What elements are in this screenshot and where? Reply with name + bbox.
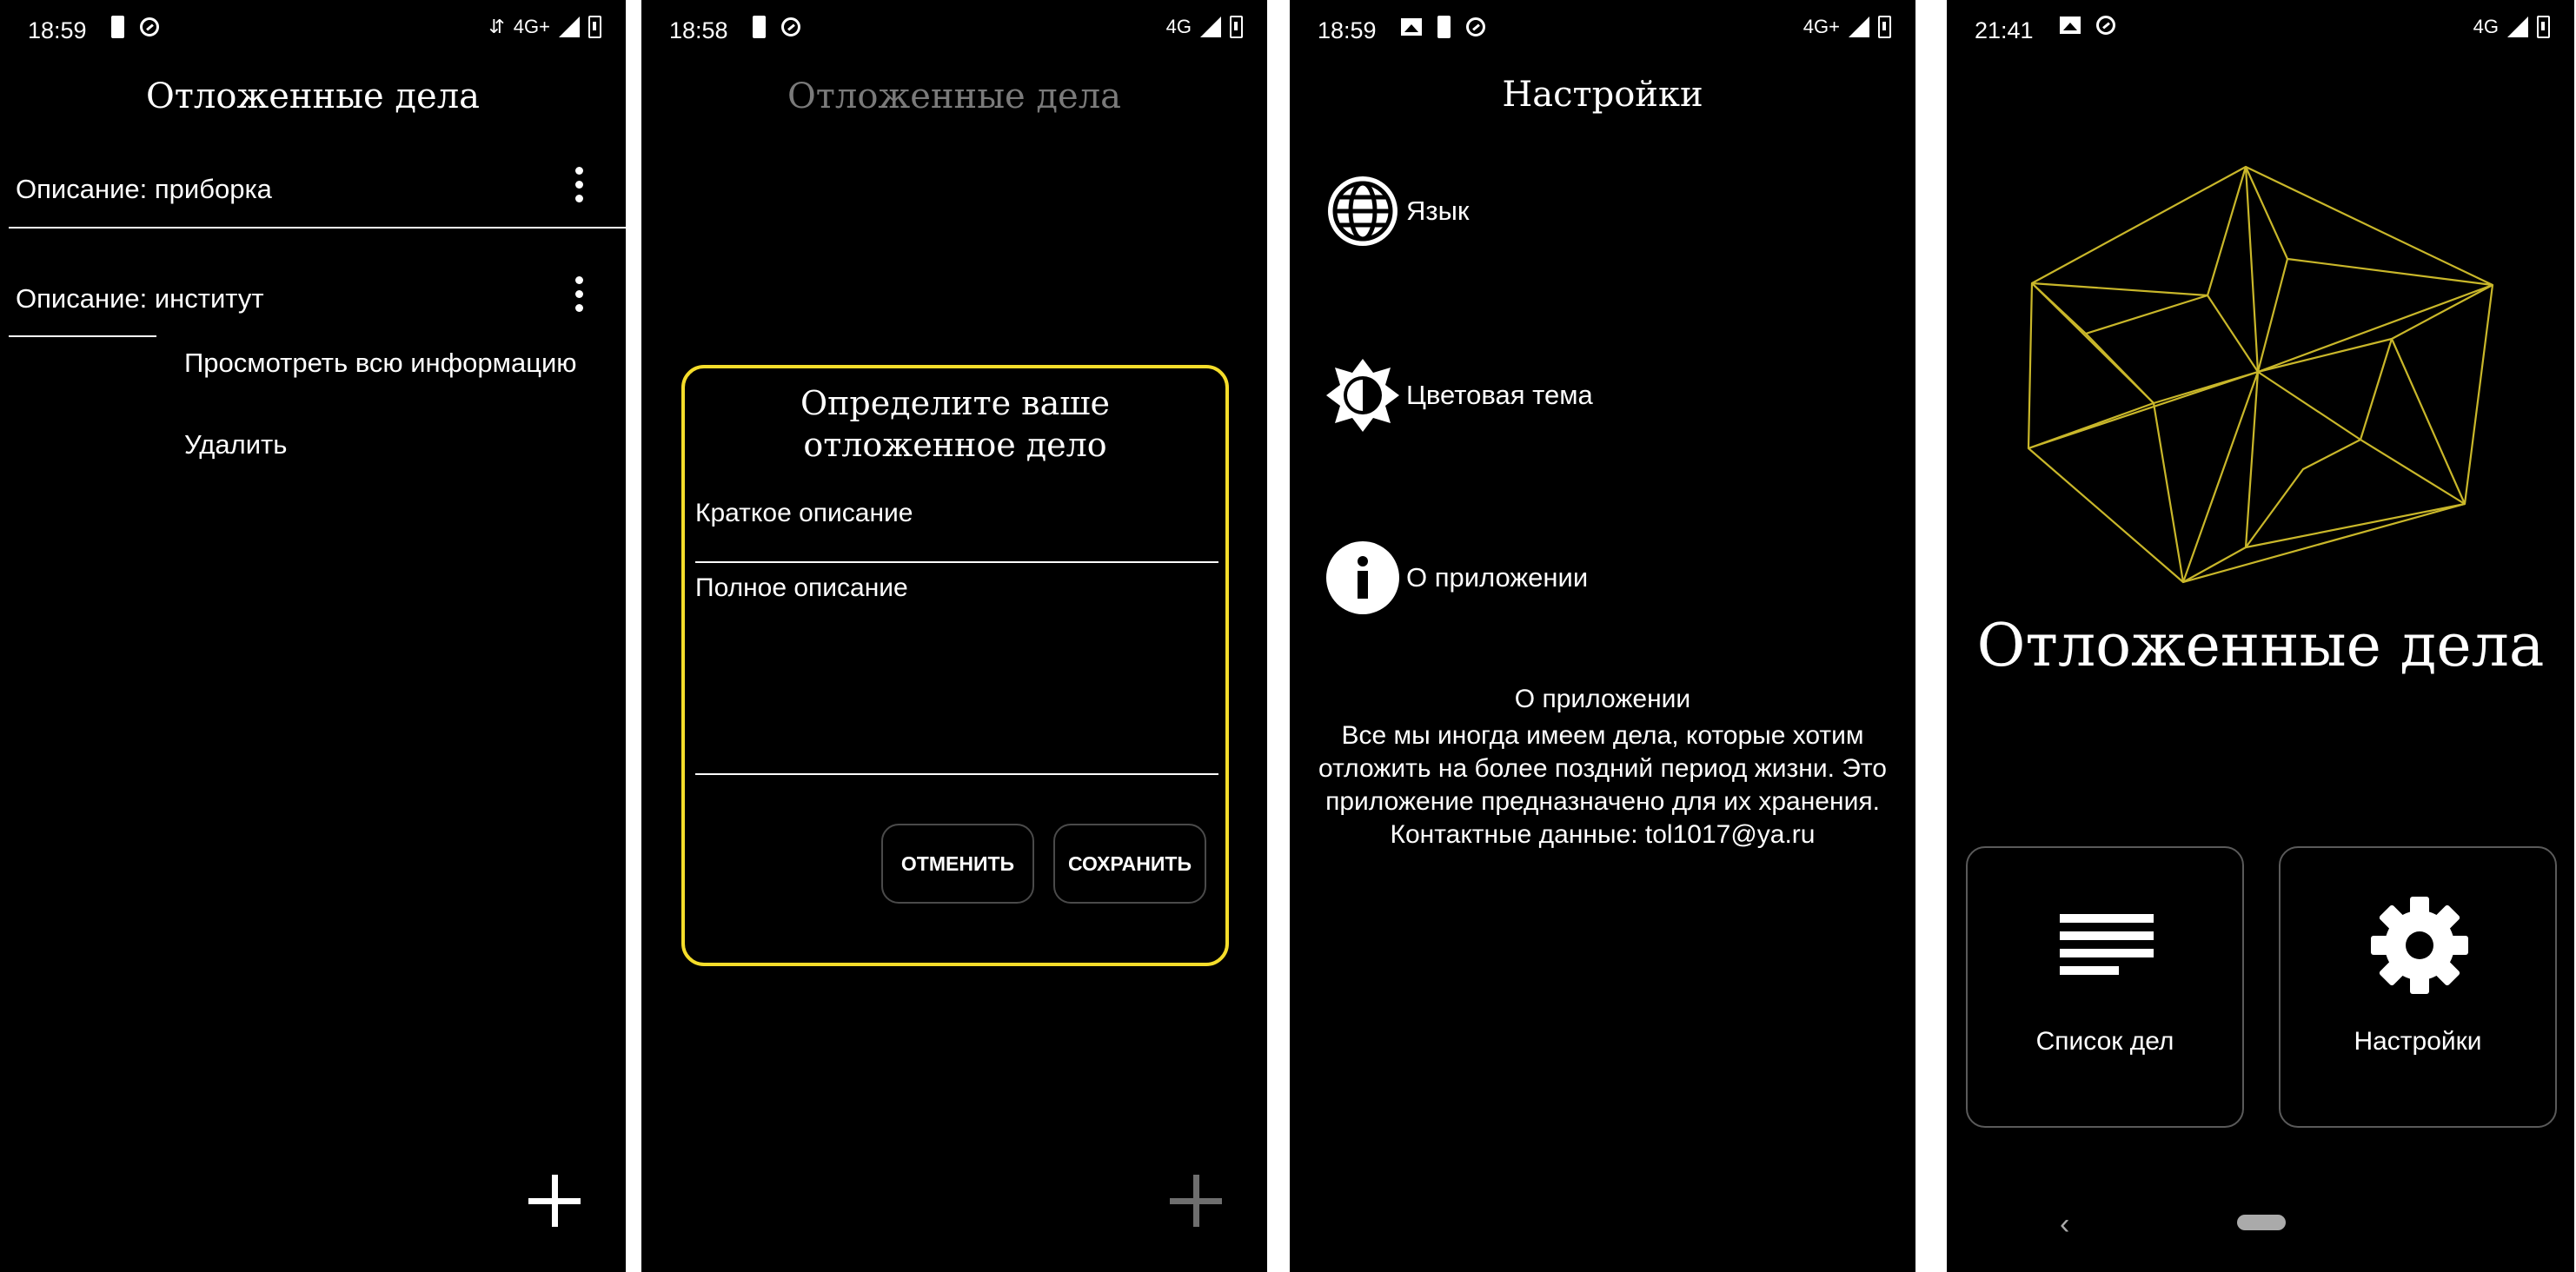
status-time: 18:59	[1318, 17, 1377, 43]
list-item-label: Описание: институт	[16, 283, 264, 314]
cancel-button[interactable]: ОТМЕНИТЬ	[881, 824, 1034, 904]
brightness-icon	[1326, 359, 1399, 432]
list-item-label: Описание: приборка	[16, 174, 272, 204]
menu-item-delete[interactable]: Удалить	[184, 429, 287, 460]
image-icon	[2060, 17, 2081, 34]
tile-label: Список дел	[2035, 1027, 2174, 1056]
dnd-icon	[1466, 17, 1485, 36]
dialog-title-line: отложенное дело	[803, 426, 1107, 464]
tile-settings[interactable]: Настройки	[2279, 846, 2557, 1128]
settings-item-label: Цветовая тема	[1406, 380, 1593, 410]
full-description-underline	[695, 773, 1218, 775]
short-description-underline	[695, 561, 1218, 563]
battery-saver-icon	[753, 16, 766, 38]
more-options-icon[interactable]	[574, 276, 584, 312]
dialog-title-line: Определите ваше	[800, 384, 1111, 422]
divider	[9, 227, 626, 229]
nav-home-pill[interactable]	[2237, 1215, 2286, 1230]
screen-task-list: 18:59 ⇵ 4G+ Отложенные дела Описание: пр…	[0, 0, 626, 1272]
add-button[interactable]	[528, 1175, 581, 1227]
about-text-line: Все мы иногда имеем дела, которые хотим	[1341, 721, 1864, 750]
dialog: Определите ваше отложенное дело Краткое …	[681, 365, 1229, 966]
about-text-line: отложить на более поздний период жизни. …	[1318, 754, 1887, 783]
signal-icon	[1849, 17, 1869, 37]
screen-home: 21:41 4G Отложенные дела Список дел Наст…	[1947, 0, 2574, 1272]
battery-icon	[1230, 16, 1243, 38]
save-button[interactable]: СОХРАНИТЬ	[1053, 824, 1206, 904]
status-bar: 18:59 ⇵ 4G+	[0, 0, 626, 59]
signal-icon	[559, 17, 580, 37]
status-bar: 18:59 4G+	[1290, 0, 1915, 59]
list-icon	[2060, 914, 2154, 975]
add-button[interactable]	[1170, 1175, 1222, 1227]
battery-saver-icon	[111, 16, 124, 38]
full-description-input[interactable]: Полное описание	[695, 568, 1217, 768]
screen-settings: 18:59 4G+ Настройки Язык Цветовая тема О…	[1290, 0, 1915, 1272]
list-item[interactable]: Описание: институт	[0, 266, 626, 332]
battery-icon	[2537, 16, 2550, 38]
more-options-icon[interactable]	[574, 167, 584, 202]
network-type: 4G+	[1803, 16, 1840, 37]
settings-item-theme[interactable]: Цветовая тема	[1325, 356, 1593, 434]
gear-icon	[2371, 897, 2468, 994]
settings-item-label: О приложении	[1406, 562, 1589, 593]
info-icon	[1326, 541, 1399, 614]
network-type: 4G+	[513, 16, 550, 37]
page-title: Настройки	[1502, 75, 1703, 115]
battery-icon	[588, 16, 601, 38]
dnd-icon	[140, 17, 159, 36]
battery-icon	[1878, 16, 1891, 38]
status-time: 21:41	[1975, 17, 2034, 43]
divider	[9, 335, 156, 337]
list-item[interactable]: Описание: приборка	[0, 156, 626, 222]
signal-icon	[1200, 17, 1221, 37]
status-bar: 21:41 4G	[1947, 0, 2574, 59]
status-time: 18:59	[28, 17, 87, 43]
status-time: 18:58	[669, 17, 728, 43]
nav-back-icon[interactable]: ‹	[2060, 1208, 2069, 1242]
image-icon	[1401, 18, 1422, 36]
settings-item-language[interactable]: Язык	[1325, 172, 1469, 250]
status-bar: 18:58 4G	[641, 0, 1267, 59]
star-logo-icon	[2027, 165, 2494, 584]
tile-task-list[interactable]: Список дел	[1966, 846, 2244, 1128]
page-title: Отложенные дела	[787, 76, 1121, 116]
about-section: О приложении Все мы иногда имеем дела, к…	[1290, 683, 1915, 851]
data-arrows-icon: ⇵	[488, 16, 505, 37]
app-title: Отложенные дела	[1976, 612, 2545, 680]
network-type: 4G	[2473, 16, 2499, 37]
settings-item-label: Язык	[1406, 195, 1470, 226]
full-description-placeholder: Полное описание	[695, 573, 908, 602]
page-title: Отложенные дела	[146, 76, 480, 116]
battery-saver-icon	[1437, 16, 1451, 38]
context-menu: Просмотреть всю информацию Удалить	[165, 330, 617, 478]
screen-add-task-dialog: 18:58 4G Отложенные дела Определите ваше…	[641, 0, 1267, 1272]
about-heading: О приложении	[1514, 685, 1691, 713]
settings-item-about[interactable]: О приложении	[1325, 539, 1588, 617]
globe-icon	[1328, 176, 1398, 246]
dnd-icon	[2096, 16, 2115, 35]
menu-item-view-all[interactable]: Просмотреть всю информацию	[184, 348, 577, 379]
short-description-placeholder: Краткое описание	[695, 499, 913, 527]
dnd-icon	[781, 17, 800, 36]
signal-icon	[2507, 17, 2528, 37]
dialog-title: Определите ваше отложенное дело	[685, 382, 1225, 466]
network-type: 4G	[1165, 16, 1192, 37]
about-text-line: приложение предназначено для их хранения…	[1325, 787, 1880, 816]
tile-label: Настройки	[2354, 1027, 2482, 1056]
short-description-input[interactable]: Краткое описание	[695, 490, 1217, 544]
about-contact: Контактные данные: tol1017@ya.ru	[1390, 820, 1816, 849]
